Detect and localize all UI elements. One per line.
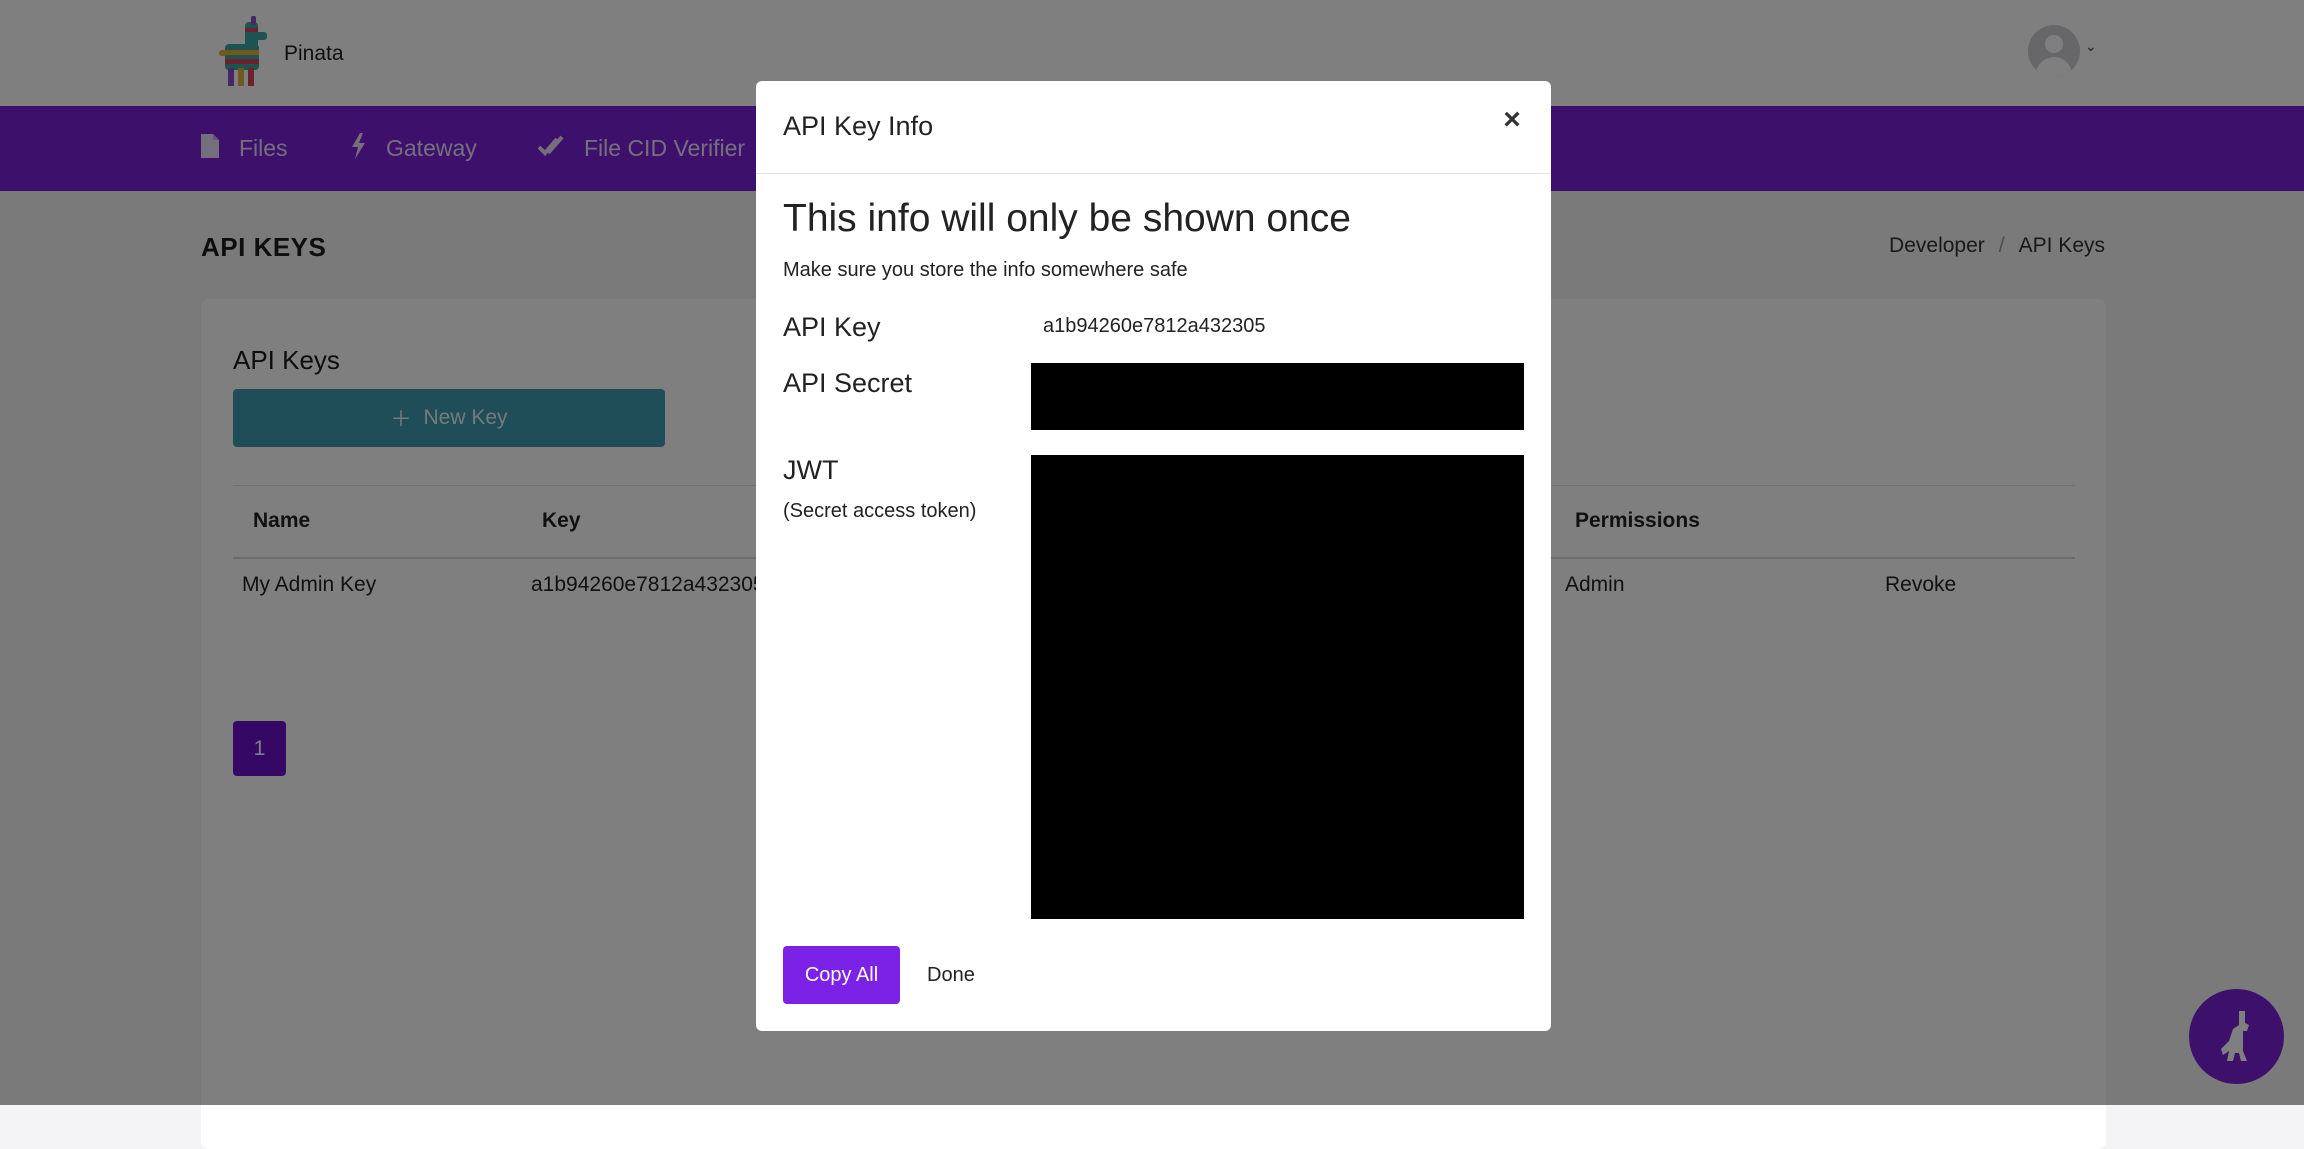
api-key-value[interactable]: a1b94260e7812a432305 bbox=[1043, 315, 1265, 338]
jwt-sublabel: (Secret access token) bbox=[783, 500, 977, 522]
jwt-redacted bbox=[1031, 455, 1524, 919]
api-secret-label: API Secret bbox=[783, 368, 913, 398]
copy-all-button[interactable]: Copy All bbox=[783, 946, 900, 1004]
jwt-label: JWT bbox=[783, 455, 839, 485]
api-secret-redacted bbox=[1031, 363, 1524, 430]
done-button[interactable]: Done bbox=[921, 946, 981, 1004]
api-key-label: API Key bbox=[783, 312, 881, 342]
modal-title: API Key Info bbox=[783, 111, 934, 141]
modal-heading: This info will only be shown once bbox=[783, 197, 1351, 240]
modal-subheading: Make sure you store the info somewhere s… bbox=[783, 259, 1188, 281]
close-icon[interactable]: × bbox=[1497, 105, 1527, 135]
modal-header: API Key Info × bbox=[756, 81, 1551, 174]
api-key-info-modal: API Key Info × This info will only be sh… bbox=[756, 81, 1551, 1031]
